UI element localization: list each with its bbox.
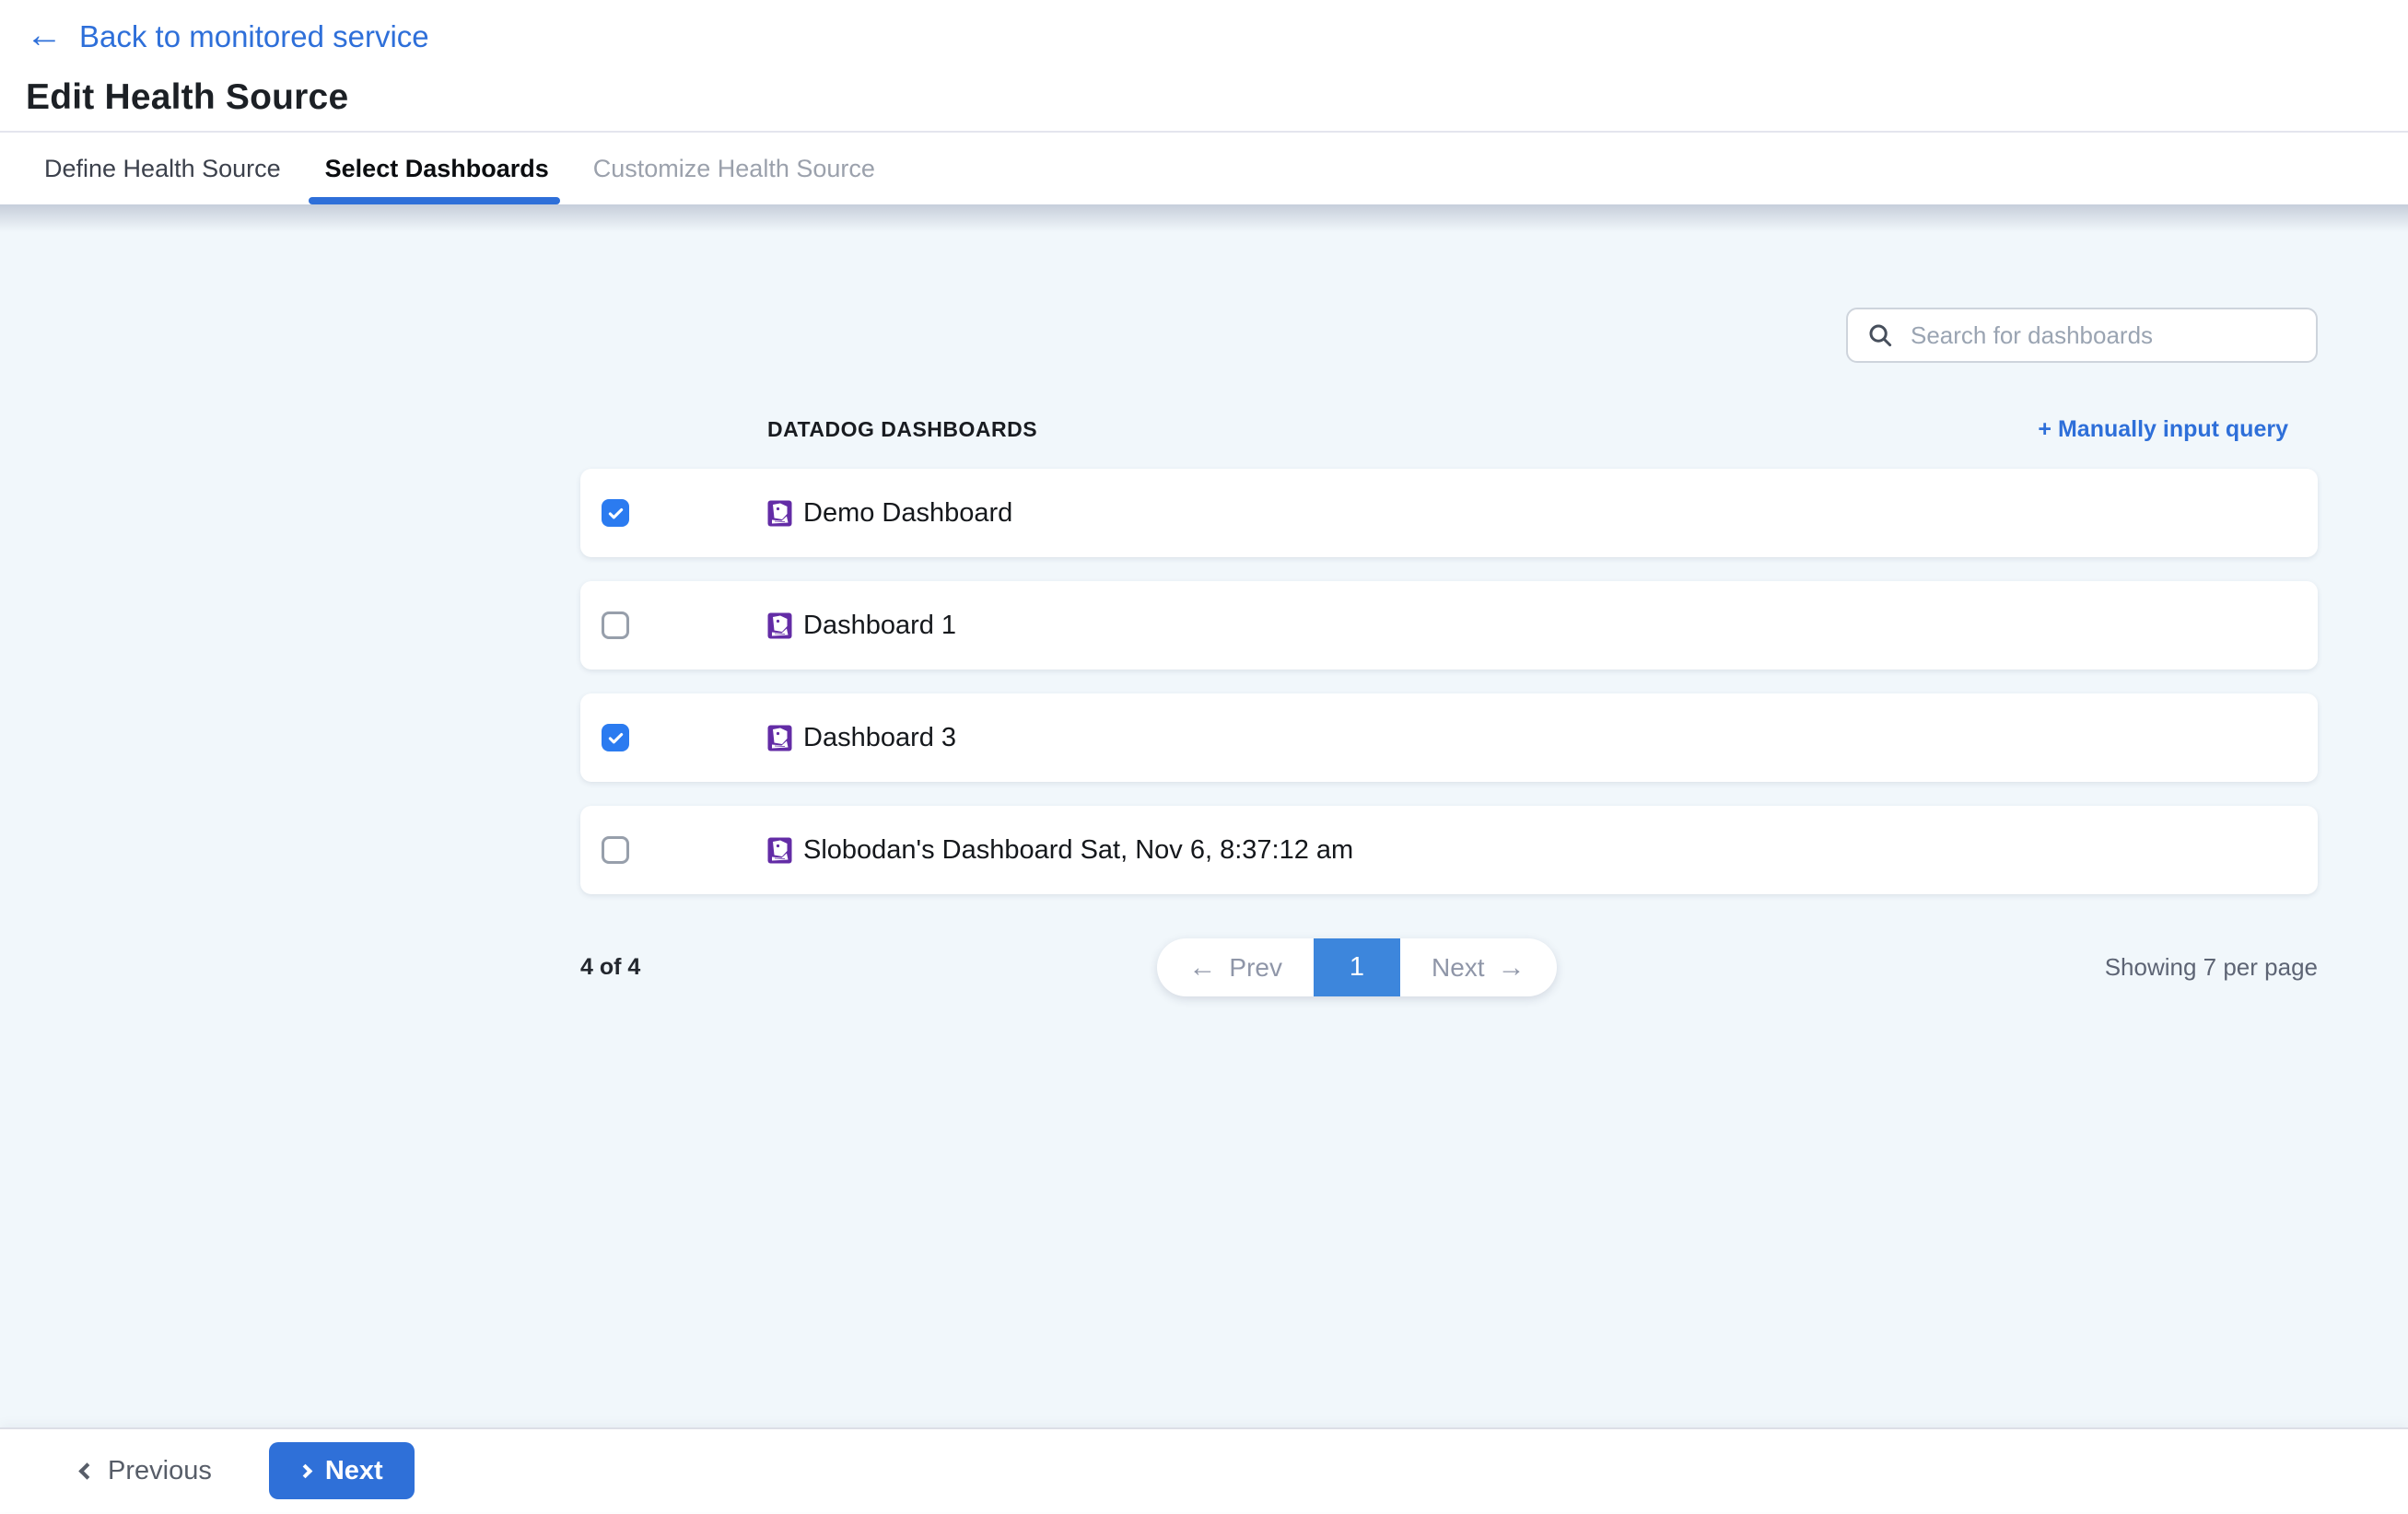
manual-query-link[interactable]: + Manually input query: [2038, 416, 2288, 443]
content-area: DATADOG DASHBOARDS + Manually input quer…: [0, 204, 2408, 1427]
dashboard-name: Slobodan's Dashboard Sat, Nov 6, 8:37:12…: [803, 835, 1353, 866]
column-header: DATADOG DASHBOARDS: [767, 417, 1037, 442]
dashboard-checkbox[interactable]: [602, 499, 629, 527]
page-header: ← Back to monitored service Edit Health …: [0, 0, 2408, 131]
check-icon: [606, 728, 625, 748]
back-link-label: Back to monitored service: [79, 19, 429, 54]
page-title: Edit Health Source: [26, 77, 2408, 118]
dashboard-name: Dashboard 3: [803, 723, 956, 753]
datadog-icon: [767, 725, 792, 751]
next-arrow-icon: →: [1498, 954, 1525, 982]
next-button[interactable]: Next: [269, 1442, 415, 1499]
tab-bar: Define Health Source Select Dashboards C…: [0, 131, 2408, 204]
datadog-icon: [767, 612, 792, 639]
pagination-row: 4 of 4 ← Prev 1 Next → Showing 7 per pag…: [580, 938, 2318, 996]
pagination-next-label: Next: [1432, 953, 1485, 983]
datadog-icon: [767, 500, 792, 527]
dashboard-name-cell: Slobodan's Dashboard Sat, Nov 6, 8:37:12…: [767, 835, 1353, 866]
check-icon: [606, 504, 625, 523]
pagination-prev-label: Prev: [1229, 953, 1282, 983]
chevron-left-icon: [78, 1462, 95, 1479]
pagination-page-1[interactable]: 1: [1314, 938, 1400, 996]
dashboard-name: Demo Dashboard: [803, 498, 1012, 529]
search-input[interactable]: [1909, 320, 2297, 351]
search-box[interactable]: [1846, 308, 2318, 363]
datadog-icon: [767, 837, 792, 864]
search-row: [0, 204, 2408, 363]
dashboard-checkbox[interactable]: [602, 724, 629, 751]
search-icon: [1866, 321, 1894, 349]
back-link[interactable]: ← Back to monitored service: [26, 18, 429, 55]
tab-define-health-source[interactable]: Define Health Source: [44, 133, 281, 204]
dashboard-table: DATADOG DASHBOARDS + Manually input quer…: [580, 416, 2318, 996]
per-page-label: Showing 7 per page: [2105, 953, 2318, 982]
previous-button[interactable]: Previous: [76, 1455, 217, 1487]
result-count: 4 of 4: [580, 954, 1249, 981]
dashboard-row[interactable]: Slobodan's Dashboard Sat, Nov 6, 8:37:12…: [580, 806, 2318, 894]
prev-arrow-icon: ←: [1188, 954, 1216, 982]
dashboard-row[interactable]: Dashboard 1: [580, 581, 2318, 670]
dashboard-list: Demo Dashboard Dashboard 1: [580, 469, 2318, 894]
previous-button-label: Previous: [108, 1456, 212, 1486]
dashboard-checkbox[interactable]: [602, 836, 629, 864]
dashboard-name: Dashboard 1: [803, 611, 956, 641]
dashboard-row[interactable]: Dashboard 3: [580, 693, 2318, 782]
dashboard-row[interactable]: Demo Dashboard: [580, 469, 2318, 557]
pagination-next-button[interactable]: Next →: [1400, 938, 1557, 996]
list-header: DATADOG DASHBOARDS + Manually input quer…: [580, 416, 2318, 443]
dashboard-name-cell: Dashboard 1: [767, 611, 956, 641]
dashboard-name-cell: Demo Dashboard: [767, 498, 1012, 529]
back-arrow-icon: ←: [26, 17, 63, 53]
pagination: ← Prev 1 Next →: [1157, 938, 1556, 996]
tab-select-dashboards[interactable]: Select Dashboards: [325, 133, 549, 204]
pagination-prev-button[interactable]: ← Prev: [1157, 938, 1314, 996]
tab-customize-health-source[interactable]: Customize Health Source: [593, 133, 875, 204]
dashboard-name-cell: Dashboard 3: [767, 723, 956, 753]
next-button-label: Next: [325, 1456, 383, 1486]
dashboard-checkbox[interactable]: [602, 611, 629, 639]
chevron-right-icon: [298, 1463, 313, 1478]
wizard-footer: Previous Next: [0, 1427, 2408, 1512]
